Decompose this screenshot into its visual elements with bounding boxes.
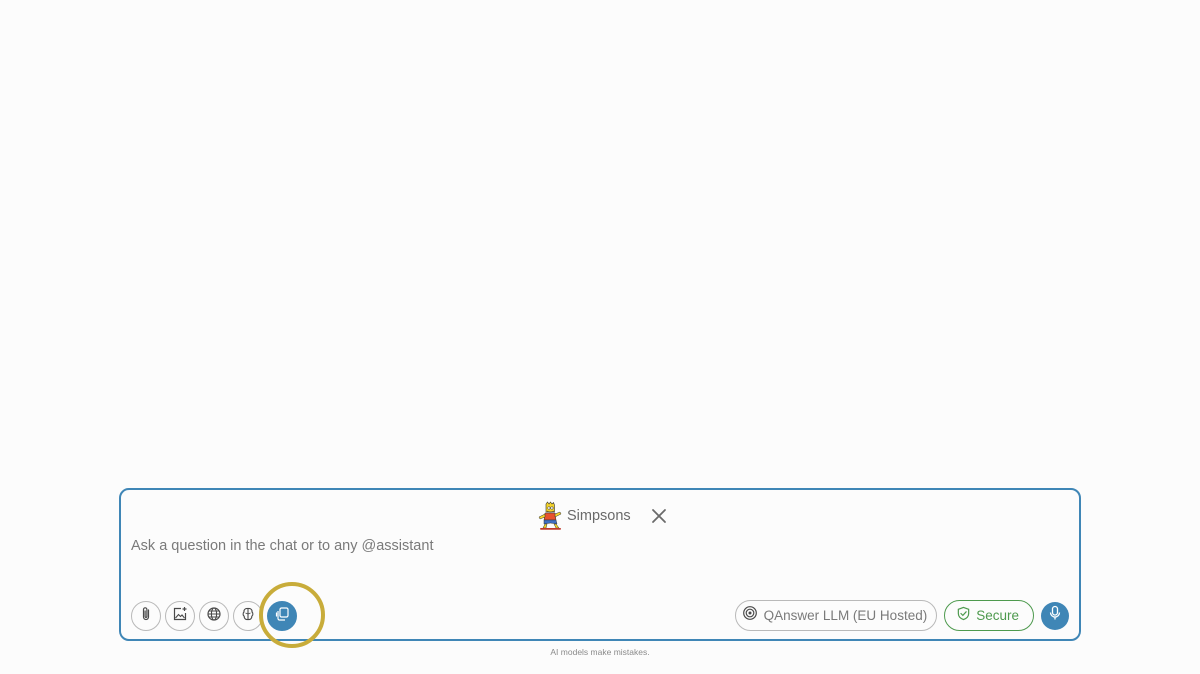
collections-button[interactable]	[267, 601, 297, 631]
brain-button[interactable]	[233, 601, 263, 631]
voice-input-button[interactable]	[1041, 601, 1069, 630]
model-label: QAnswer LLM (EU Hosted)	[763, 608, 928, 623]
globe-icon	[206, 606, 222, 627]
shield-check-icon	[956, 606, 971, 626]
chat-composer: Simpsons Ask a question in the chat or t…	[119, 488, 1081, 648]
chat-input[interactable]	[131, 534, 1061, 558]
image-plus-icon	[172, 606, 188, 627]
web-search-button[interactable]	[199, 601, 229, 631]
secure-label: Secure	[976, 608, 1019, 623]
page: Simpsons Ask a question in the chat or t…	[0, 0, 1200, 674]
assistant-name: Simpsons	[567, 508, 631, 524]
add-image-button[interactable]	[165, 601, 195, 631]
composer-tools	[131, 582, 325, 648]
attach-file-button[interactable]	[131, 601, 161, 631]
composer-actions: QAnswer LLM (EU Hosted) Secure	[734, 600, 1069, 631]
target-icon	[742, 605, 758, 626]
copy-documents-icon	[274, 606, 290, 627]
model-selector[interactable]: QAnswer LLM (EU Hosted)	[734, 600, 938, 631]
selected-assistant-chip: Simpsons	[534, 500, 669, 532]
close-icon[interactable]	[649, 506, 669, 526]
brain-icon	[240, 606, 256, 627]
paperclip-icon	[138, 606, 154, 627]
bart-simpson-avatar-icon	[534, 501, 564, 531]
microphone-icon	[1048, 605, 1062, 626]
disclaimer-text: AI models make mistakes.	[550, 647, 650, 657]
secure-button[interactable]: Secure	[944, 600, 1034, 631]
